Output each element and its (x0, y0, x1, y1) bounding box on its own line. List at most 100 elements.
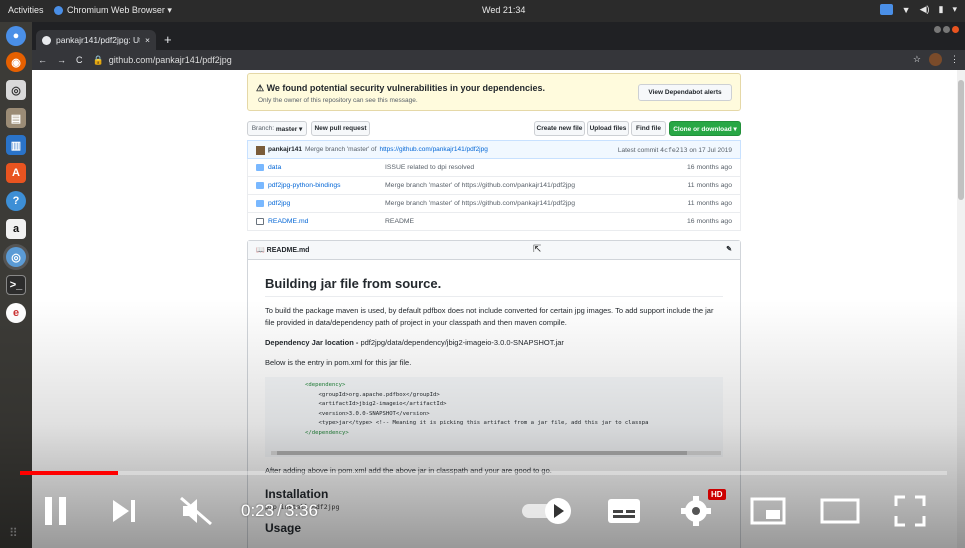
clock[interactable]: Wed 21:34 (482, 5, 525, 15)
profile-avatar[interactable] (929, 53, 942, 66)
firefox-icon[interactable]: ◉ (6, 52, 26, 72)
duration: 3:36 (284, 501, 318, 520)
commit-message: Merge branch 'master' of (304, 146, 377, 153)
create-file-button[interactable]: Create new file (534, 121, 585, 136)
gear-icon (681, 496, 711, 526)
battery-icon[interactable]: ▮ (939, 4, 944, 15)
close-tab-icon[interactable]: × (145, 35, 150, 45)
disk-icon[interactable]: ◎ (6, 80, 26, 100)
page-scrollbar[interactable] (957, 70, 965, 548)
system-tray[interactable]: ▼ ◀) ▮ ▾ (879, 4, 957, 15)
dependency-line: Dependency Jar location - pdf2jpg/data/d… (265, 337, 723, 349)
back-icon[interactable]: ← (38, 55, 47, 65)
browser-toolbar: ← → C 🔒 github.com/pankajr141/pdf2jpg ☆ … (32, 50, 965, 70)
file-age: 16 months ago (687, 164, 732, 171)
address-bar[interactable]: 🔒 github.com/pankajr141/pdf2jpg (93, 55, 232, 66)
writer-icon[interactable]: ▥ (6, 135, 26, 155)
forward-icon[interactable]: → (57, 55, 66, 65)
readme-paragraph: After adding above in pom.xml add the ab… (265, 466, 552, 475)
subtitles-button[interactable] (606, 493, 642, 529)
code-line: <artifactId>jbig2-imageio</artifactId> (305, 401, 447, 407)
find-file-button[interactable]: Find file (631, 121, 666, 136)
clone-download-button[interactable]: Clone or download ▾ (669, 121, 741, 136)
next-button[interactable] (108, 493, 140, 529)
chevron-down-icon[interactable]: ▾ (952, 4, 957, 15)
code-line: <type>jar</type> <!-- Meaning it is pick… (305, 420, 649, 426)
file-commit[interactable]: Merge branch 'master' of https://github.… (385, 200, 575, 207)
new-tab-button[interactable]: + (164, 32, 172, 47)
reload-icon[interactable]: C (76, 55, 83, 65)
app-menu[interactable]: Chromium Web Browser ▾ (54, 5, 172, 16)
miniplayer-button[interactable] (748, 493, 788, 529)
network-icon[interactable]: ▼ (902, 5, 911, 15)
file-name[interactable]: README.md (268, 218, 308, 225)
miniplayer-icon (750, 497, 786, 525)
theater-mode-button[interactable] (818, 493, 862, 529)
activities-button[interactable]: Activities (8, 5, 44, 15)
files-icon[interactable]: ▤ (6, 108, 26, 128)
commit-link[interactable]: https://github.com/pankajr141/pdf2jpg (379, 146, 487, 155)
screen-share-icon[interactable] (879, 4, 893, 15)
file-age: 11 months ago (687, 200, 732, 207)
file-row[interactable]: README.md README 16 months ago (247, 213, 741, 231)
chrome-icon[interactable]: ● (6, 26, 26, 46)
file-name[interactable]: data (268, 164, 281, 171)
dependency-path: pdf2jpg/data/dependency/jbig2-imageio-3.… (360, 338, 564, 347)
file-name[interactable]: pdf2jpg-python-bindings (268, 182, 341, 189)
alert-message: ⚠ We found potential security vulnerabil… (256, 83, 545, 94)
commit-sha[interactable]: 4cfe213 (660, 146, 687, 154)
tab-title: pankajr141/pdf2jpg: Util... (56, 35, 140, 45)
volume-icon[interactable]: ◀) (920, 4, 930, 15)
file-icon (256, 218, 264, 225)
new-pull-request-button[interactable]: New pull request (311, 121, 370, 136)
code-line: <version>3.0.0-SNAPSHOT</version> (305, 410, 430, 417)
upload-files-button[interactable]: Upload files (587, 121, 629, 136)
pause-button[interactable] (40, 493, 72, 529)
page-content: ⚠ We found potential security vulnerabil… (32, 70, 965, 548)
file-age: 16 months ago (687, 218, 732, 225)
menu-icon[interactable]: ⋮ (950, 54, 959, 65)
alert-sub: Only the owner of this repository can se… (258, 97, 418, 104)
file-commit[interactable]: ISSUE related to dpi resolved (385, 164, 474, 171)
help-icon[interactable]: ? (6, 191, 26, 211)
pause-icon (45, 497, 66, 525)
code-scrollbar[interactable] (271, 451, 721, 455)
mute-button[interactable] (176, 493, 216, 529)
code-block: <dependency> <groupId>org.apache.pdfbox<… (265, 377, 723, 457)
hd-badge: HD (708, 489, 726, 500)
view-dependabot-button[interactable]: View Dependabot alerts (638, 84, 732, 101)
close-window-button[interactable] (952, 26, 959, 33)
branch-select[interactable]: Branch: master ▾ (247, 121, 307, 136)
scrollbar-thumb[interactable] (958, 80, 964, 200)
latest-commit-bar: pankajr141 Merge branch 'master' of http… (247, 140, 741, 159)
tab-github[interactable]: pankajr141/pdf2jpg: Util... × (36, 30, 156, 50)
code-scrollbar-thumb[interactable] (277, 451, 687, 455)
github-icon (42, 35, 51, 45)
terminal-icon[interactable]: >_ (6, 275, 26, 295)
commit-author[interactable]: pankajr141 (268, 146, 302, 155)
commit-meta: Latest commit 4cfe213 on 17 Jul 2019 (618, 146, 732, 154)
software-icon[interactable]: A (6, 163, 26, 183)
warning-icon: ⚠ (256, 83, 267, 93)
file-commit[interactable]: Merge branch 'master' of https://github.… (385, 182, 575, 189)
file-row[interactable]: data ISSUE related to dpi resolved 16 mo… (247, 159, 741, 177)
minimize-button[interactable] (934, 26, 941, 33)
time-separator: / (277, 501, 282, 520)
chromium-icon[interactable]: ◎ (6, 247, 26, 267)
amazon-icon[interactable]: a (6, 219, 26, 239)
file-name[interactable]: pdf2jpg (268, 200, 290, 207)
autoplay-toggle[interactable] (520, 493, 576, 529)
app-icon[interactable]: e (6, 303, 26, 323)
file-row[interactable]: pdf2jpg Merge branch 'master' of https:/… (247, 195, 741, 213)
theater-icon (820, 498, 860, 524)
file-commit[interactable]: README (385, 218, 414, 225)
star-icon[interactable]: ☆ (913, 54, 921, 65)
tab-strip: pankajr141/pdf2jpg: Util... × + (32, 22, 965, 50)
file-row[interactable]: pdf2jpg-python-bindings Merge branch 'ma… (247, 177, 741, 195)
fullscreen-button[interactable] (892, 493, 928, 529)
pencil-icon[interactable]: ✎ (726, 245, 732, 253)
readme-heading-build: Building jar file from source. (265, 276, 723, 297)
maximize-button[interactable] (943, 26, 950, 33)
latest-commit-label: Latest commit (617, 147, 659, 154)
branch-value: master ▾ (275, 125, 303, 133)
